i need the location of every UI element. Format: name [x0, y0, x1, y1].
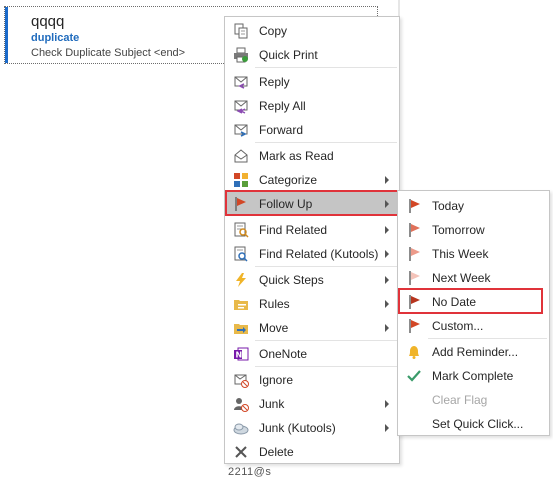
submenu-arrow-icon [385, 226, 389, 234]
menu-separator [255, 340, 397, 341]
ignore-icon [233, 372, 249, 388]
menu-item-label: Ignore [259, 373, 294, 387]
submenu-item-label: Today [432, 199, 465, 213]
menu-item-junk-kutools[interactable]: Junk (Kutools) [226, 416, 398, 440]
submenu-item-label: Clear Flag [432, 393, 488, 407]
submenu-arrow-icon [385, 400, 389, 408]
submenu-item-add-reminder[interactable]: Add Reminder... [399, 340, 548, 364]
submenu-item-tomorrow[interactable]: Tomorrow [399, 218, 548, 242]
bell-icon [406, 344, 422, 360]
menu-item-quick-print[interactable]: Quick Print [226, 43, 398, 67]
submenu-item-label: Add Reminder... [432, 345, 519, 359]
selection-accent-bar [5, 7, 8, 63]
menu-item-reply-all[interactable]: Reply All [226, 94, 398, 118]
submenu-arrow-icon [385, 424, 389, 432]
context-menu: Copy Quick Print Reply Reply All Forward… [224, 16, 400, 464]
junk-icon [233, 396, 249, 412]
mail-subject: Check Duplicate Subject <end> [31, 47, 186, 59]
menu-item-copy[interactable]: Copy [226, 19, 398, 43]
delete-x-icon [233, 444, 249, 460]
find-related-icon [233, 222, 249, 238]
submenu-item-custom[interactable]: Custom... [399, 314, 548, 338]
submenu-item-label: This Week [432, 247, 489, 261]
categorize-grid-icon [233, 172, 249, 188]
submenu-separator [428, 338, 547, 339]
menu-item-delete[interactable]: Delete [226, 440, 398, 464]
menu-item-label: Find Related (Kutools) [259, 247, 379, 261]
menu-item-label: Reply [259, 75, 290, 89]
submenu-arrow-icon [385, 300, 389, 308]
submenu-arrow-icon [385, 250, 389, 258]
menu-item-mark-as-read[interactable]: Mark as Read [226, 144, 398, 168]
menu-item-onenote[interactable]: N OneNote [226, 342, 398, 366]
envelope-open-icon [233, 148, 249, 164]
junk-kutools-icon [233, 420, 249, 436]
submenu-item-label: Set Quick Click... [432, 417, 524, 431]
lightning-icon [233, 272, 249, 288]
submenu-item-this-week[interactable]: This Week [399, 242, 548, 266]
submenu-item-clear-flag[interactable]: Clear Flag [399, 388, 548, 412]
annotation-box-no-date [398, 288, 543, 314]
menu-item-label: Junk (Kutools) [259, 421, 336, 435]
reply-all-icon [233, 98, 249, 114]
menu-separator [255, 142, 397, 143]
menu-item-label: Categorize [259, 173, 318, 187]
submenu-item-mark-complete[interactable]: Mark Complete [399, 364, 548, 388]
menu-item-rules[interactable]: Rules [226, 292, 398, 316]
flag-custom-icon [406, 318, 422, 334]
submenu-item-label: Custom... [432, 319, 484, 333]
checkmark-icon [406, 368, 422, 384]
menu-item-label: Copy [259, 24, 288, 38]
menu-item-find-related-kutools[interactable]: Find Related (Kutools) [226, 242, 398, 266]
copy-icon [233, 23, 249, 39]
menu-item-quick-steps[interactable]: Quick Steps [226, 268, 398, 292]
rules-folder-icon [233, 296, 249, 312]
menu-item-move[interactable]: Move [226, 316, 398, 340]
move-folder-icon [233, 320, 249, 336]
menu-item-junk[interactable]: Junk [226, 392, 398, 416]
menu-item-forward[interactable]: Forward [226, 118, 398, 142]
menu-separator [255, 366, 397, 367]
find-related-kutools-icon [233, 246, 249, 262]
onenote-icon: N [233, 346, 249, 362]
menu-item-reply[interactable]: Reply [226, 70, 398, 94]
forward-icon [233, 122, 249, 138]
menu-item-label: Rules [259, 297, 290, 311]
menu-separator [255, 67, 397, 68]
menu-item-ignore[interactable]: Ignore [226, 368, 398, 392]
annotation-box-follow-up [225, 190, 401, 216]
flag-this-week-icon [406, 246, 422, 262]
menu-item-label: Reply All [259, 99, 306, 113]
submenu-arrow-icon [385, 324, 389, 332]
mail-sender: qqqq [31, 13, 65, 30]
menu-item-label: Find Related [259, 223, 328, 237]
submenu-item-set-quick-click[interactable]: Set Quick Click... [399, 412, 548, 436]
submenu-item-today[interactable]: Today [399, 194, 548, 218]
menu-item-label: Mark as Read [259, 149, 334, 163]
menu-item-label: Delete [259, 445, 294, 459]
flag-tomorrow-icon [406, 222, 422, 238]
mail-category-label: duplicate [31, 32, 80, 44]
submenu-item-next-week[interactable]: Next Week [399, 266, 548, 290]
menu-item-find-related[interactable]: Find Related [226, 218, 398, 242]
menu-separator [255, 266, 397, 267]
submenu-item-label: Next Week [432, 271, 491, 285]
submenu-item-label: Tomorrow [432, 223, 485, 237]
submenu-arrow-icon [385, 276, 389, 284]
flag-today-icon [406, 198, 422, 214]
menu-item-label: Junk [259, 397, 285, 411]
submenu-arrow-icon [385, 176, 389, 184]
flag-next-week-icon [406, 270, 422, 286]
svg-text:N: N [236, 351, 243, 360]
menu-item-label: Quick Print [259, 48, 318, 62]
reply-icon [233, 74, 249, 90]
menu-item-label: Forward [259, 123, 304, 137]
menu-item-label: Move [259, 321, 289, 335]
printer-icon [233, 47, 249, 63]
background-text-fragment: 2211@s [228, 466, 272, 478]
menu-item-categorize[interactable]: Categorize [226, 168, 398, 192]
menu-item-label: OneNote [259, 347, 308, 361]
menu-item-label: Quick Steps [259, 273, 324, 287]
submenu-item-label: Mark Complete [432, 369, 514, 383]
